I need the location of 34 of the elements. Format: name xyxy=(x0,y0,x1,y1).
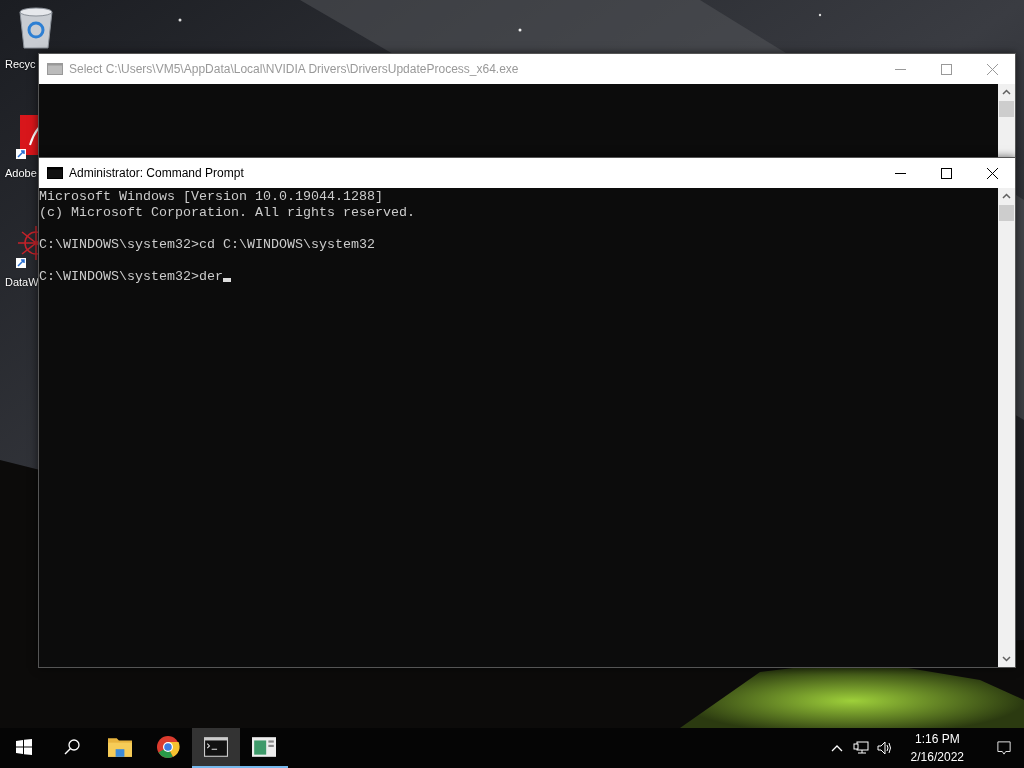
maximize-icon xyxy=(940,167,952,179)
scrollbar[interactable] xyxy=(998,84,1015,157)
notifications-icon[interactable] xyxy=(996,741,1012,755)
clock-date: 2/16/2022 xyxy=(910,749,964,766)
network-icon[interactable] xyxy=(852,741,869,755)
console-line: (c) Microsoft Corporation. All rights reserved. xyxy=(39,205,416,221)
folder-icon xyxy=(108,736,132,758)
scrollbar-thumb[interactable] xyxy=(999,101,1014,117)
window-title: Select C:\Users\VM5\AppData\Local\NVIDIA Drivers\DriversUpdateProcess_x64.exe xyxy=(69,62,520,76)
scrollbar[interactable] xyxy=(998,188,1015,667)
app-window-icon xyxy=(252,736,276,758)
web-icon xyxy=(16,224,38,268)
volume-icon[interactable] xyxy=(876,741,893,755)
close-icon xyxy=(986,167,998,179)
desktop-icon-label[interactable]: DataW xyxy=(5,276,39,288)
browser-icon xyxy=(156,736,180,758)
console-icon xyxy=(204,736,228,758)
console-line: C:\WINDOWS\system32>cd C:\WINDOWS\system32 xyxy=(39,237,376,253)
console-icon xyxy=(47,63,63,75)
maximize-icon xyxy=(940,63,952,75)
recycle-bin-icon xyxy=(16,6,56,50)
clock[interactable]: 1:16 PM 2/16/2022 xyxy=(900,730,974,766)
window-title: Administrator: Command Prompt xyxy=(69,166,245,180)
clock-time: 1:16 PM xyxy=(914,731,960,748)
close-icon xyxy=(986,63,998,75)
search-icon xyxy=(64,739,80,755)
taskbar-button[interactable] xyxy=(192,728,240,768)
desktop-icon-label[interactable]: Adobe xyxy=(5,167,37,179)
console-line: C:\WINDOWS\system32>der xyxy=(39,269,998,285)
scrollbar-thumb[interactable] xyxy=(999,205,1014,221)
windows-logo-icon xyxy=(16,739,32,755)
desktop-icon-label[interactable]: Recyc xyxy=(5,58,36,70)
console-line: Microsoft Windows [Version 10.0.19044.1288] xyxy=(39,189,384,205)
console-icon xyxy=(47,167,63,179)
